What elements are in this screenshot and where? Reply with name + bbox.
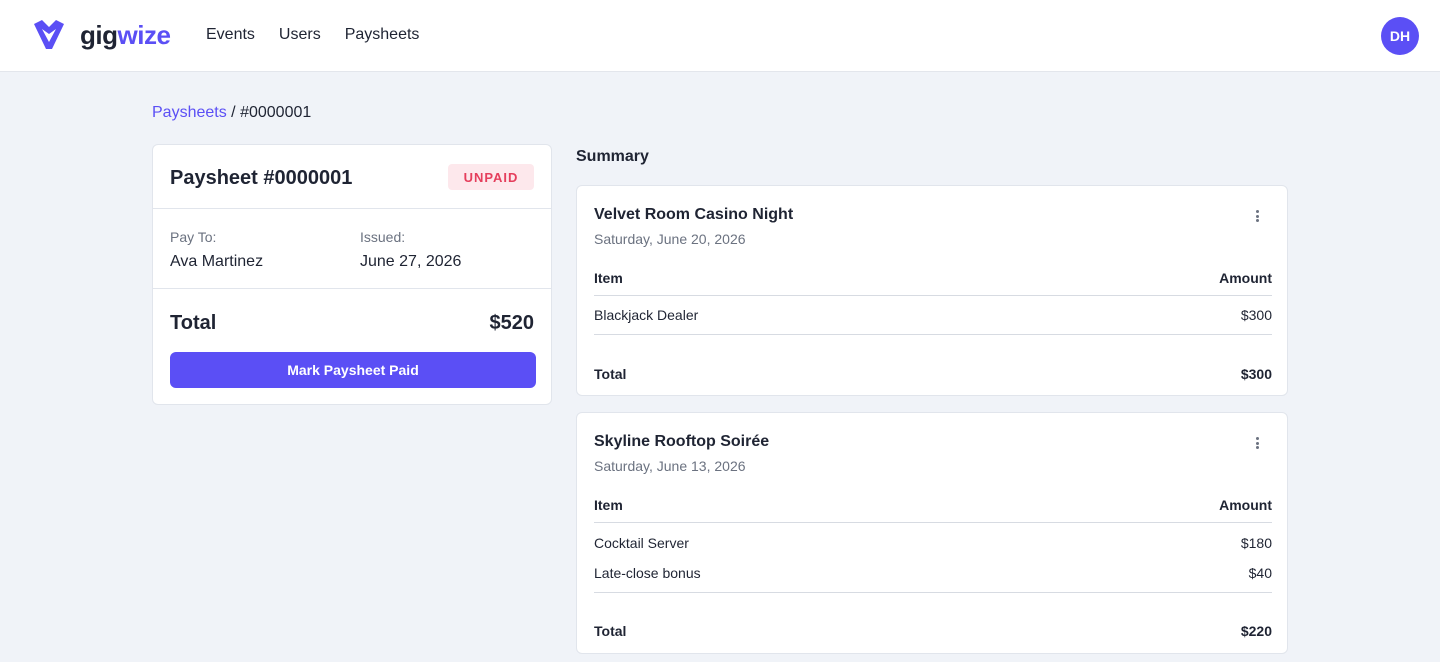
event-date: Saturday, June 13, 2026 xyxy=(594,458,746,474)
status-badge: UNPAID xyxy=(448,164,534,190)
event-total-value: $220 xyxy=(1240,623,1272,639)
breadcrumb-current: #0000001 xyxy=(240,104,312,121)
event-total-value: $300 xyxy=(1240,366,1272,382)
more-options-icon[interactable] xyxy=(1253,435,1261,451)
more-options-icon[interactable] xyxy=(1253,208,1261,224)
table-header-row: Item Amount xyxy=(594,267,1272,296)
table-divider xyxy=(594,592,1272,593)
table-divider xyxy=(594,334,1272,335)
breadcrumb-separator: / xyxy=(231,104,236,121)
event-date: Saturday, June 20, 2026 xyxy=(594,231,746,247)
issued-value: June 27, 2026 xyxy=(360,253,462,270)
nav-paysheets[interactable]: Paysheets xyxy=(345,25,420,45)
user-avatar[interactable]: DH xyxy=(1381,17,1419,55)
pay-to-value: Ava Martinez xyxy=(170,253,264,270)
event-total-label: Total xyxy=(594,623,627,639)
event-name: Skyline Rooftop Soirée xyxy=(594,433,770,450)
summary-heading: Summary xyxy=(576,148,649,165)
paysheet-header: Paysheet #0000001 UNPAID xyxy=(153,145,551,209)
table-total-row: Total $300 xyxy=(594,359,1272,389)
paysheet-card: Paysheet #0000001 UNPAID Pay To: Ava Mar… xyxy=(152,144,552,405)
event-card: Skyline Rooftop Soirée Saturday, June 13… xyxy=(576,412,1288,654)
brand-name-wize: wize xyxy=(117,20,171,50)
nav-users[interactable]: Users xyxy=(279,25,321,45)
line-item-name: Late-close bonus xyxy=(594,565,701,581)
paysheet-meta: Pay To: Ava Martinez Issued: June 27, 20… xyxy=(153,209,551,289)
event-total-label: Total xyxy=(594,366,627,382)
event-name: Velvet Room Casino Night xyxy=(594,206,794,223)
column-header-item: Item xyxy=(594,270,623,286)
table-row: Blackjack Dealer $300 xyxy=(594,300,1272,330)
paysheet-total-label: Total xyxy=(170,312,217,334)
breadcrumb-paysheets-link[interactable]: Paysheets xyxy=(152,104,227,121)
paysheet-title: Paysheet #0000001 xyxy=(170,167,353,189)
line-item-amount: $180 xyxy=(1240,535,1272,551)
table-row: Late-close bonus $40 xyxy=(594,558,1272,588)
pay-to-field: Pay To: Ava Martinez xyxy=(170,228,263,272)
top-navigation-bar: gigwize Events Users Paysheets DH xyxy=(0,0,1440,72)
event-items-table: Item Amount Cocktail Server $180 Late-cl… xyxy=(594,494,1272,646)
gigwize-logo[interactable]: gigwize xyxy=(32,18,171,52)
issued-field: Issued: June 27, 2026 xyxy=(360,228,461,272)
line-item-amount: $300 xyxy=(1240,307,1272,323)
column-header-amount: Amount xyxy=(1219,270,1272,286)
table-row: Cocktail Server $180 xyxy=(594,528,1272,558)
column-header-item: Item xyxy=(594,497,623,513)
brand-name: gigwize xyxy=(80,18,171,52)
line-item-name: Cocktail Server xyxy=(594,535,689,551)
main-nav: Events Users Paysheets xyxy=(206,25,443,45)
table-total-row: Total $220 xyxy=(594,616,1272,646)
column-header-amount: Amount xyxy=(1219,497,1272,513)
event-card: Velvet Room Casino Night Saturday, June … xyxy=(576,185,1288,396)
breadcrumb: Paysheets / #0000001 xyxy=(152,103,311,123)
mark-paid-button[interactable]: Mark Paysheet Paid xyxy=(170,352,536,388)
line-item-name: Blackjack Dealer xyxy=(594,307,699,323)
brand-name-gig: gig xyxy=(80,20,118,50)
pay-to-label: Pay To: xyxy=(170,229,217,245)
line-item-amount: $40 xyxy=(1248,565,1272,581)
paysheet-total-value: $520 xyxy=(489,312,535,334)
event-items-table: Item Amount Blackjack Dealer $300 Total … xyxy=(594,267,1272,389)
table-header-row: Item Amount xyxy=(594,494,1272,523)
nav-events[interactable]: Events xyxy=(206,25,255,45)
gigwize-logo-icon xyxy=(34,20,64,49)
issued-label: Issued: xyxy=(360,229,406,245)
paysheet-total-section: Total $520 Mark Paysheet Paid xyxy=(153,289,551,404)
